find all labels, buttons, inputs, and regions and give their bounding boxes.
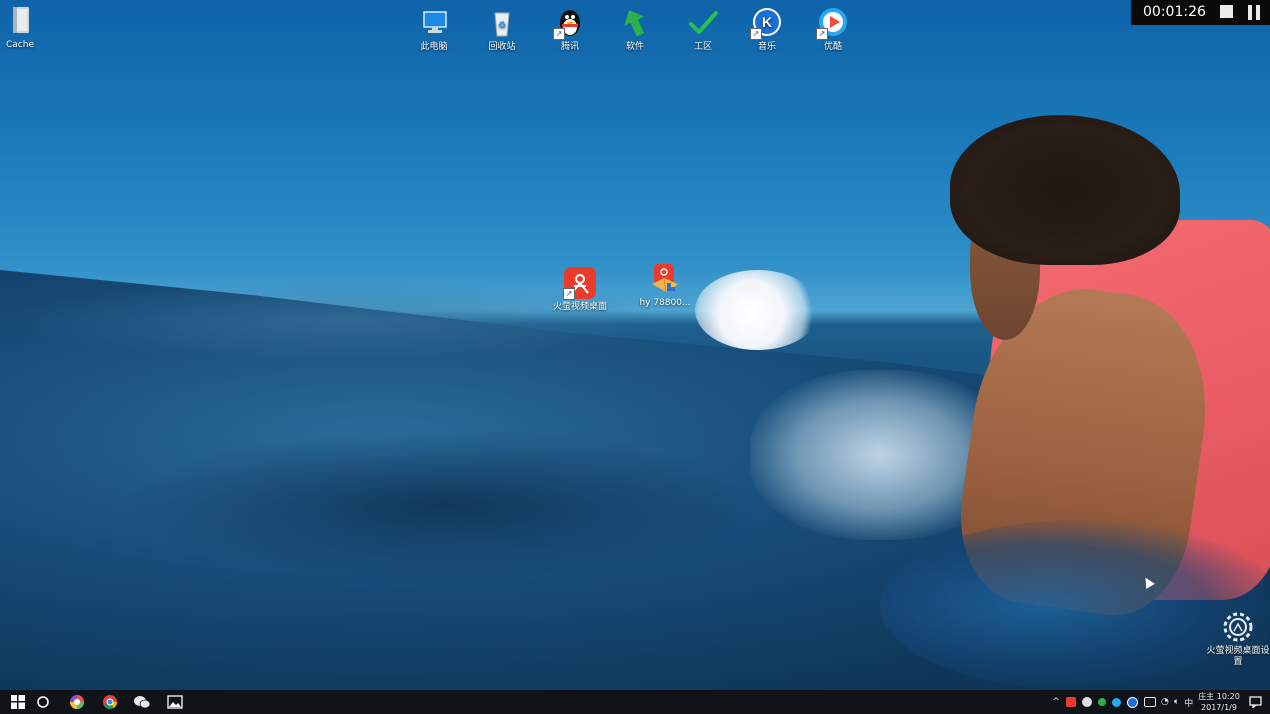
youku-play-icon: ↗ [816,6,850,40]
checkmark-icon [686,6,720,40]
screen-recorder-bar: 00:01:26 [1131,0,1270,25]
cortana-circle-icon [37,696,49,708]
gear-settings-icon [1221,610,1255,644]
action-center-button[interactable] [1240,690,1270,714]
taskbar-clock[interactable]: 庄主 10:20 2017/1/9 [1196,691,1242,713]
taskbar-app-chrome[interactable] [95,690,125,714]
taskbar: ^ ◔ 🔈︎ 中 庄主 10:20 2017/1/9 [0,690,1270,714]
stop-icon[interactable] [1220,5,1233,18]
clock-time: 庄主 10:20 [1198,692,1240,701]
desktop-icon-hy-installer[interactable]: hy 78800... [630,262,700,309]
folder-icon [3,4,37,38]
tray-green-dot-icon[interactable] [1098,698,1106,706]
desktop-icon-software[interactable]: 软件 [600,6,670,53]
colorful-browser-icon [70,695,84,709]
taskbar-app-photos[interactable] [160,690,190,714]
desktop-icon-label: 优酷 [823,42,842,52]
desktop-icon-label: 音乐 [757,42,776,52]
taskbar-app-browser-360[interactable] [62,690,92,714]
taskbar-app-wechat[interactable] [127,690,157,714]
shortcut-arrow-icon: ↗ [563,288,575,300]
desktop-icon-cache[interactable]: Cache [0,4,55,51]
tray-firefly-icon[interactable] [1066,697,1076,707]
notification-icon [1248,696,1262,708]
windows-logo-icon [11,695,25,709]
computer-icon [417,6,451,40]
desktop[interactable]: Cache 此电脑 ♻ 回收站 ↗ 腾讯 软件 工区 K ↗ 音乐 ↗ 优酷 ↗… [0,0,1270,690]
shortcut-arrow-icon: ↗ [816,28,828,40]
desktop-icon-label: 腾讯 [560,42,579,52]
recording-timer: 00:01:26 [1143,4,1206,20]
desktop-icon-label: hy 78800... [639,298,691,308]
cortana-search-button[interactable] [28,690,58,714]
installer-package-icon [648,262,682,296]
desktop-icon-label: 回收站 [488,42,516,52]
shortcut-arrow-icon: ↗ [750,28,762,40]
desktop-icon-music[interactable]: K ↗ 音乐 [732,6,802,53]
system-tray: ^ ◔ 🔈︎ 中 [1050,690,1193,714]
tray-volume-icon[interactable]: 🔈︎ [1174,697,1179,707]
desktop-icon-work[interactable]: 工区 [668,6,738,53]
chrome-icon [103,695,117,709]
wallpaper-surfer-hair [950,115,1180,265]
photos-icon [167,695,183,709]
desktop-icon-label: 火萤视频桌面 [552,302,607,312]
desktop-icon-huoying-desktop[interactable]: ↗ 火萤视频桌面 [545,266,615,313]
tray-wechat-icon[interactable] [1082,697,1092,707]
desktop-icon-tencent-qq[interactable]: ↗ 腾讯 [535,6,605,53]
tray-blue-circle-icon[interactable] [1112,697,1121,707]
desktop-icon-label: Cache [6,40,34,50]
shortcut-arrow-icon: ↗ [553,28,565,40]
wallpaper-wave-dark [120,430,770,580]
tray-input-language[interactable]: 中 [1184,696,1193,709]
tray-kugou-icon[interactable] [1127,696,1138,708]
svg-text:♻: ♻ [498,21,506,31]
desktop-icon-youku[interactable]: ↗ 优酷 [798,6,868,53]
firefly-app-icon: ↗ [563,266,597,300]
tray-network-icon[interactable]: ◔ [1161,697,1169,707]
wallpaper-cloud [695,270,820,350]
desktop-icon-label: 火萤视频桌面设置 [1206,646,1270,667]
desktop-icon-label: 软件 [625,42,644,52]
clock-date: 2017/1/9 [1201,703,1237,712]
desktop-icon-huoying-settings[interactable]: 火萤视频桌面设置 [1203,610,1270,668]
desktop-icon-recycle-bin[interactable]: ♻ 回收站 [467,6,537,53]
recycle-bin-icon: ♻ [485,6,519,40]
pause-icon[interactable] [1248,5,1261,20]
tray-overflow-chevron-icon[interactable]: ^ [1050,697,1062,707]
desktop-icon-label: 工区 [693,42,712,52]
desktop-icon-label: 此电脑 [420,42,448,52]
svg-text:K: K [762,14,772,30]
desktop-icon-this-pc[interactable]: 此电脑 [399,6,469,53]
tray-chat-icon[interactable] [1144,697,1156,707]
kugou-music-icon: K ↗ [750,6,784,40]
wechat-icon [134,696,151,709]
green-arrow-icon [618,6,652,40]
qq-penguin-icon: ↗ [553,6,587,40]
